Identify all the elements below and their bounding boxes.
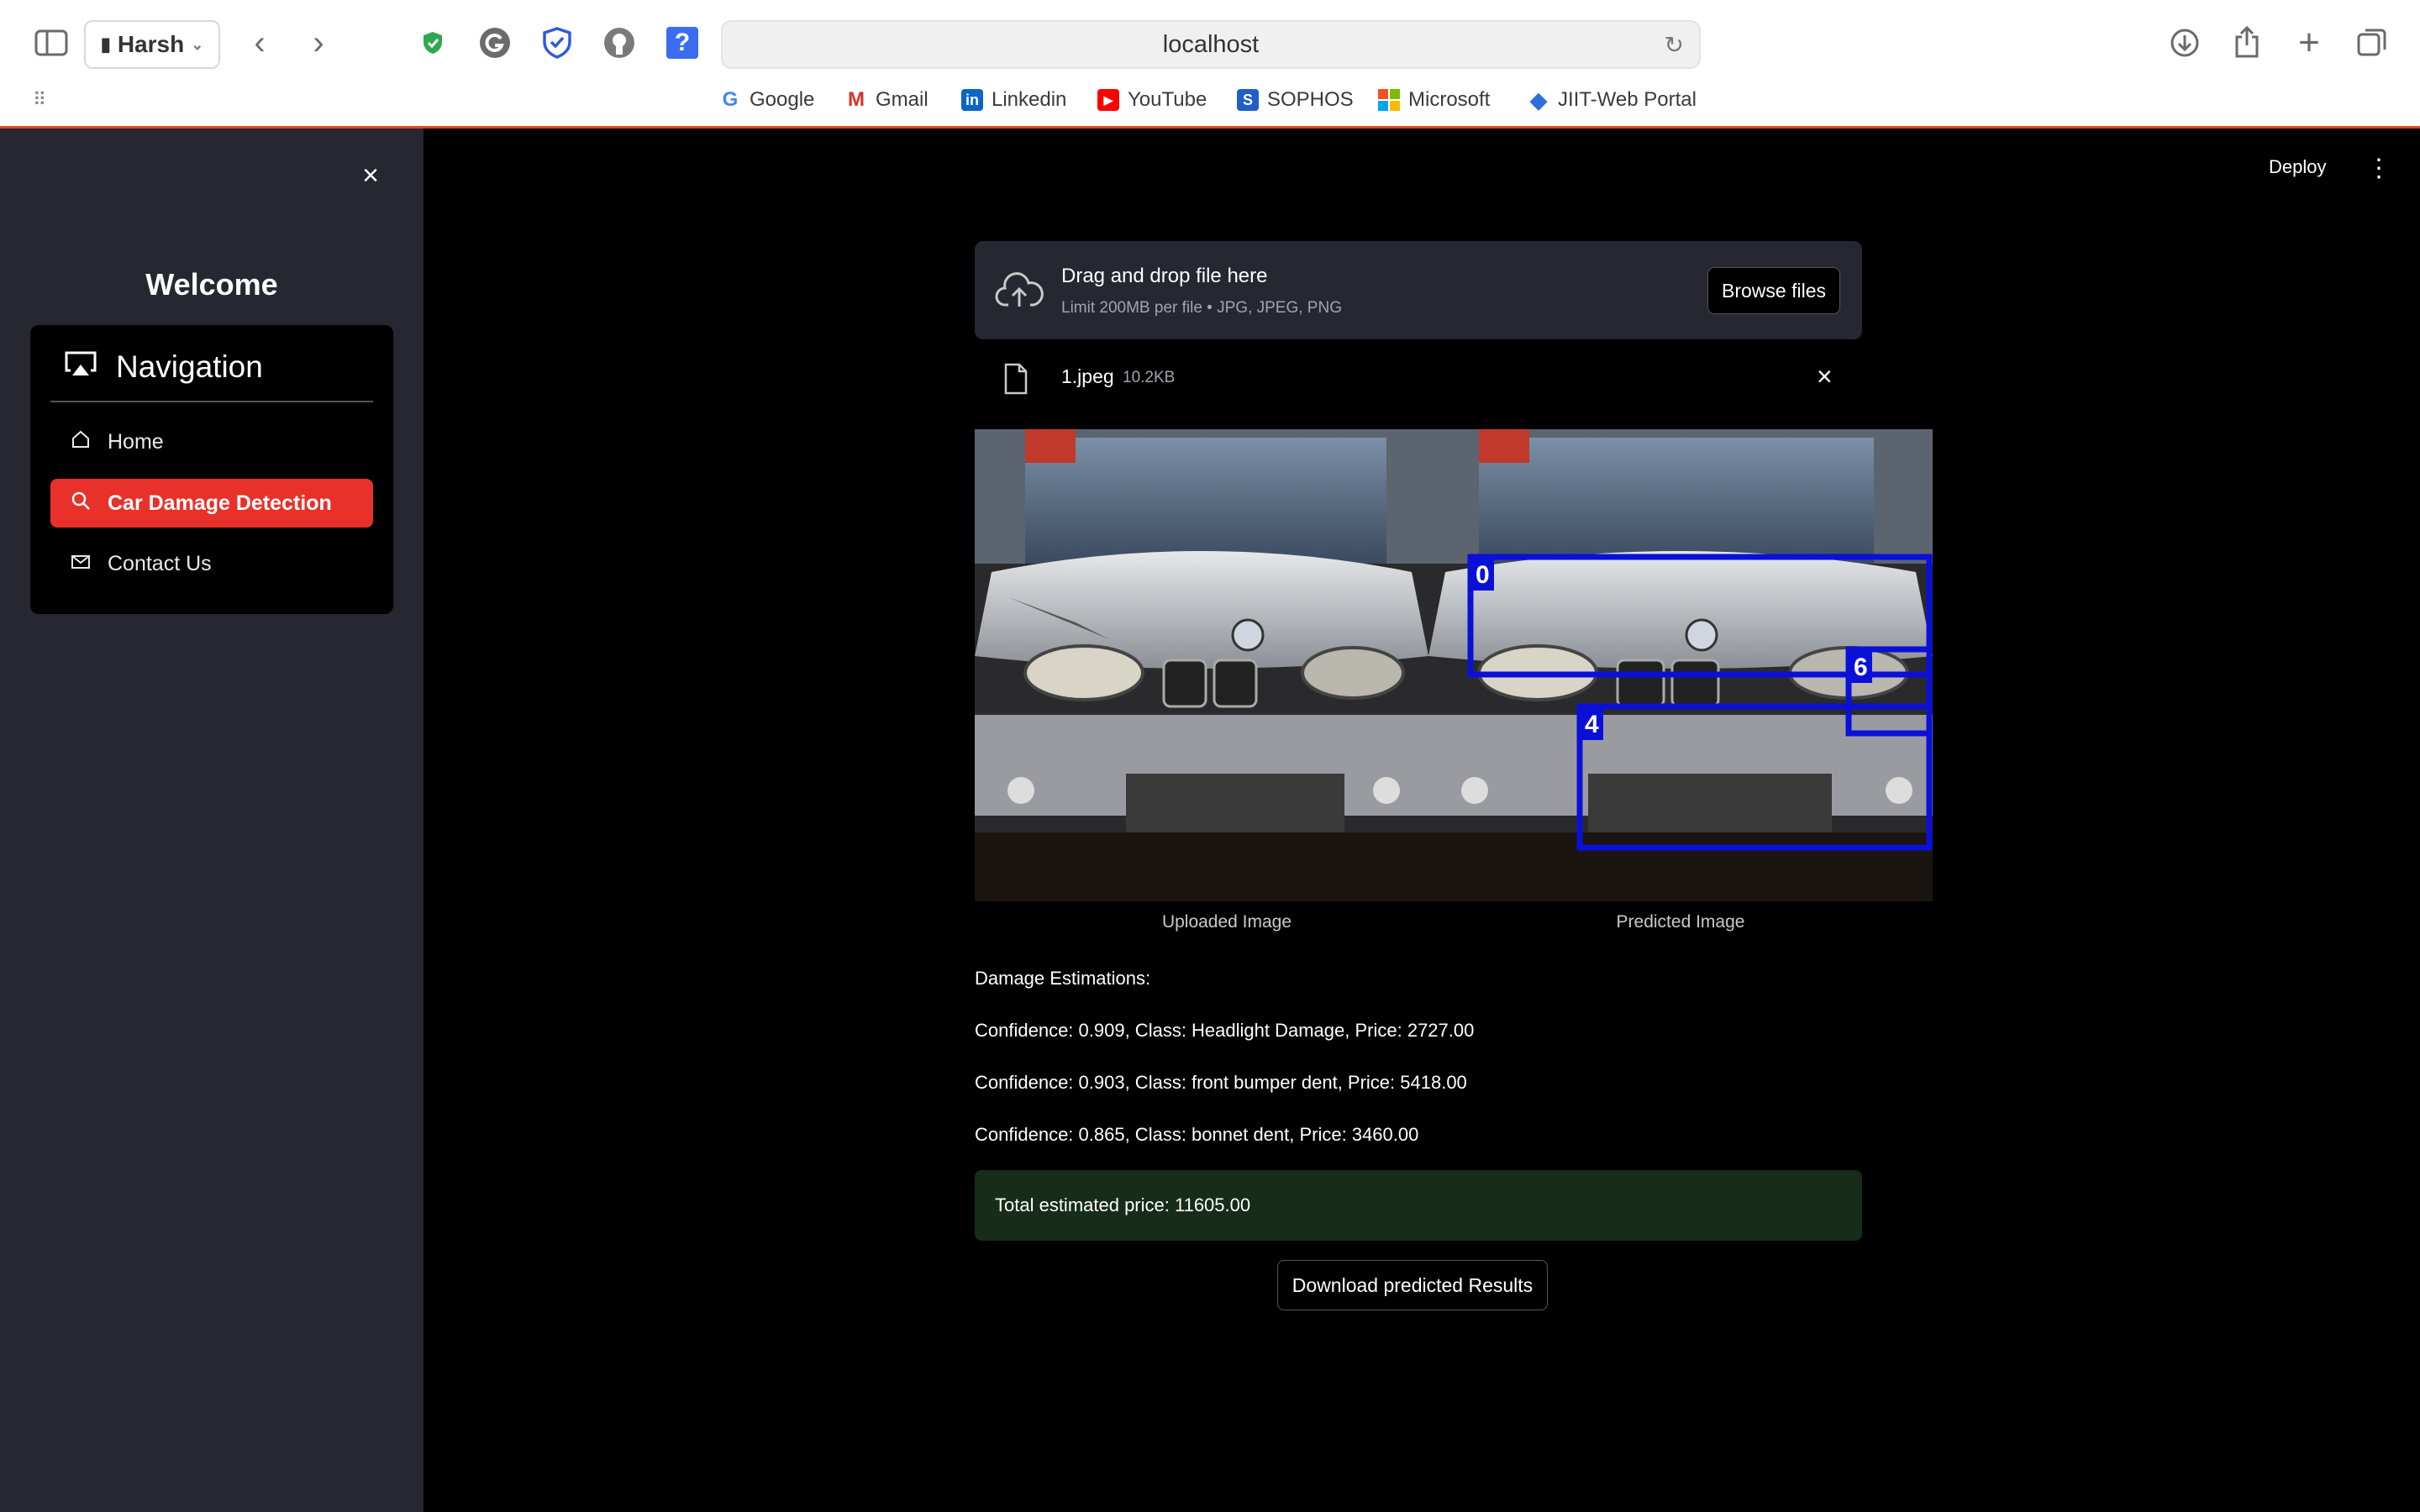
github-icon[interactable] [602, 25, 637, 60]
back-button[interactable]: ‹ [245, 24, 274, 61]
shield-extension-icon[interactable] [418, 29, 447, 57]
search-icon [71, 491, 91, 517]
browser-toolbar: ▮ Harsh ⌄ ‹ › ? localhost ↻ + ⠿ G Google… [0, 0, 2420, 126]
damage-estimations-heading: Damage Estimations: [975, 968, 1151, 989]
bookmark-youtube[interactable]: ▶ YouTube [1097, 86, 1207, 114]
tab-overview-icon[interactable] [2354, 25, 2390, 60]
gmail-icon: M [845, 88, 867, 111]
detection-label-4: 4 [1585, 711, 1599, 738]
sidebar-item-contact-us[interactable]: Contact Us [50, 539, 373, 588]
predicted-image-caption: Predicted Image [1616, 912, 1745, 932]
bookmark-sophos[interactable]: S SOPHOS [1237, 86, 1354, 114]
uploaded-file-name: 1.jpeg [1061, 365, 1114, 387]
profile-name: Harsh [117, 31, 185, 57]
grammarly-icon[interactable] [477, 25, 513, 60]
apps-grid-icon[interactable]: ⠿ [29, 89, 50, 110]
help-extension-icon[interactable]: ? [666, 25, 699, 60]
remove-file-icon[interactable]: × [1817, 361, 1833, 392]
predicted-image: 0 4 6 [1428, 429, 1933, 901]
jiit-icon: ◆ [1530, 87, 1547, 113]
new-tab-icon[interactable]: + [2292, 22, 2326, 63]
sidebar-item-home[interactable]: Home [50, 417, 373, 466]
detection-label-6: 6 [1854, 654, 1868, 681]
close-sidebar-icon[interactable]: × [353, 158, 388, 193]
upload-title: Drag and drop file here [1061, 265, 1268, 287]
bookmark-microsoft[interactable]: Microsoft [1378, 86, 1490, 114]
share-icon[interactable] [2230, 24, 2264, 60]
google-icon: G [719, 88, 741, 111]
chevron-down-icon: ⌄ [191, 35, 204, 53]
sidebar-item-label: Car Damage Detection [108, 491, 332, 515]
file-icon [1003, 363, 1028, 399]
total-price-alert: Total estimated price: 11605.00 [975, 1170, 1862, 1241]
detection-label-0: 0 [1476, 561, 1490, 589]
estimation-line: Confidence: 0.909, Class: Headlight Dama… [975, 1020, 1475, 1041]
reload-icon[interactable]: ↻ [1665, 31, 1684, 59]
sidebar-toggle-icon[interactable] [34, 27, 69, 59]
bookmark-jiit[interactable]: ◆ JIIT-Web Portal [1528, 86, 1697, 114]
total-price-text: Total estimated price: 11605.00 [995, 1194, 1251, 1215]
upload-limit-text: Limit 200MB per file • JPG, JPEG, PNG [1061, 299, 1342, 317]
sidebar-welcome-heading: Welcome [145, 267, 278, 302]
deploy-button[interactable]: Deploy [2269, 156, 2326, 178]
envelope-icon [71, 552, 91, 576]
main-menu-icon[interactable]: ⋮ [2366, 156, 2391, 181]
person-badge-icon: ▮ [100, 34, 111, 55]
airplay-icon [64, 349, 97, 385]
address-bar[interactable]: localhost ↻ [721, 20, 1701, 69]
estimation-line: Confidence: 0.865, Class: bonnet dent, P… [975, 1124, 1419, 1145]
download-icon[interactable] [2168, 25, 2202, 60]
microsoft-icon [1378, 89, 1400, 111]
youtube-icon: ▶ [1097, 89, 1119, 111]
bookmark-linkedin[interactable]: in Linkedin [961, 86, 1066, 114]
navigation-title: Navigation [64, 348, 263, 386]
home-icon [71, 430, 91, 454]
sidebar-item-car-damage-detection[interactable]: Car Damage Detection [50, 479, 373, 528]
download-results-button[interactable]: Download predicted Results [1277, 1260, 1548, 1310]
bookmark-google[interactable]: G Google [719, 86, 814, 114]
linkedin-icon: in [961, 89, 983, 111]
bookmark-gmail[interactable]: M Gmail [845, 86, 929, 114]
sidebar-item-label: Contact Us [108, 551, 212, 575]
sidebar-item-label: Home [108, 429, 164, 454]
profile-button[interactable]: ▮ Harsh ⌄ [84, 20, 220, 69]
uploaded-image-caption: Uploaded Image [1161, 912, 1292, 932]
nav-divider [50, 401, 373, 402]
forward-button[interactable]: › [304, 24, 333, 61]
cloud-upload-icon [995, 271, 1044, 312]
uploaded-image [975, 429, 1428, 901]
uploaded-file-size: 10.2KB [1123, 369, 1176, 386]
sophos-icon: S [1237, 89, 1259, 111]
estimation-line: Confidence: 0.903, Class: front bumper d… [975, 1072, 1467, 1093]
url-text: localhost [1162, 30, 1260, 58]
browse-files-button[interactable]: Browse files [1707, 267, 1840, 314]
bitwarden-shield-icon[interactable] [539, 25, 575, 60]
